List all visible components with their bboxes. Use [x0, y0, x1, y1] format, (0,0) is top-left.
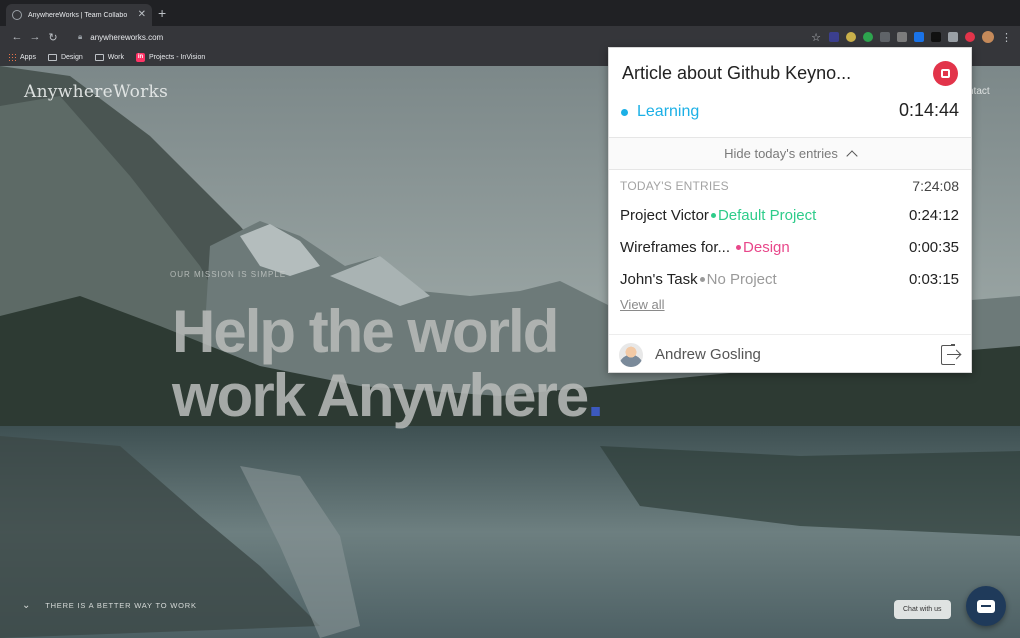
logout-icon-arrow [947, 353, 960, 355]
entries-header: TODAY'S ENTRIES 7:24:08 [620, 178, 959, 194]
entries-label: TODAY'S ENTRIES [620, 179, 729, 193]
mission-eyebrow: OUR MISSION IS SIMPLE [170, 270, 287, 279]
browser-toolbar: ← → ↻ 🔒︎ anywhereworks.com ☆ ⋮ [0, 26, 1020, 48]
reload-icon[interactable]: ↻ [44, 31, 62, 44]
project-color-dot [699, 276, 705, 282]
favicon-icon [12, 10, 22, 20]
entry-row[interactable]: Wireframes for... Design 0:00:35 [620, 236, 959, 258]
chat-icon [977, 599, 995, 613]
entry-project: Default Project [717, 206, 817, 224]
extension-icon[interactable] [948, 32, 958, 42]
entry-duration: 0:00:35 [908, 238, 959, 256]
view-all-link[interactable]: View all [620, 297, 665, 312]
hero-line-2: work Anywhere. [172, 364, 632, 428]
apps-grid-icon [8, 53, 16, 61]
entry-description: Project Victor [620, 206, 709, 224]
timer-project[interactable]: Learning [621, 103, 699, 121]
invision-icon: in [135, 52, 145, 62]
entry-project: No Project [706, 270, 777, 288]
extension-icon[interactable] [914, 32, 924, 42]
bookmark-label: Work [107, 53, 124, 61]
project-color-dot [710, 212, 716, 218]
entry-duration: 0:24:12 [908, 206, 959, 224]
entry-row[interactable]: Project Victor Default Project 0:24:12 [620, 204, 959, 226]
bookmark-apps[interactable]: Apps [8, 53, 36, 61]
hide-entries-label: Hide today's entries [724, 146, 838, 161]
stop-timer-button[interactable] [933, 61, 958, 86]
project-color-dot [621, 108, 628, 116]
extension-icon[interactable] [897, 32, 907, 42]
url-text: anywhereworks.com [90, 32, 164, 42]
user-avatar [619, 342, 643, 367]
bookmark-label: Apps [20, 53, 36, 61]
entry-row[interactable]: John's Task No Project 0:03:15 [620, 268, 959, 290]
close-tab-icon[interactable]: ✕ [138, 10, 146, 20]
profile-avatar[interactable] [982, 31, 994, 43]
browser-tab[interactable]: AnywhereWorks | Team Collabo ✕ [6, 4, 152, 26]
folder-icon [47, 53, 57, 61]
hero-line-2-text: work Anywhere [172, 362, 589, 429]
address-bar[interactable]: 🔒︎ anywhereworks.com [68, 29, 811, 45]
timer-extension-icon[interactable] [965, 32, 975, 42]
running-timer: Article about Github Keyno... Learning 0… [609, 48, 971, 137]
extensions-bar: ⋮ [829, 31, 1012, 44]
tab-title: AnywhereWorks | Team Collabo [28, 11, 128, 19]
user-name: Andrew Gosling [655, 346, 761, 363]
bookmark-label: Projects - InVision [148, 53, 206, 61]
extension-icon[interactable] [863, 32, 873, 42]
timer-elapsed: 0:14:44 [898, 100, 959, 120]
entry-project: Design [743, 238, 790, 256]
bookmark-label: Design [60, 53, 83, 61]
hero-line-1: Help the world [172, 298, 559, 365]
extension-icon[interactable] [846, 32, 856, 42]
timer-entry-title[interactable]: Article about Github Keyno... [622, 63, 851, 84]
hero-headline: Help the world work Anywhere. [172, 300, 632, 428]
popup-footer: Andrew Gosling [609, 334, 971, 374]
scroll-hint-text: THERE IS A BETTER WAY TO WORK [45, 601, 197, 610]
new-tab-button[interactable]: + [158, 6, 166, 20]
hero-accent-dot: . [587, 362, 604, 429]
hide-entries-toggle[interactable]: Hide today's entries [609, 137, 971, 170]
bookmark-star-icon[interactable]: ☆ [811, 31, 821, 44]
timer-popup: Article about Github Keyno... Learning 0… [608, 47, 972, 373]
forward-arrow-icon[interactable]: → [26, 31, 44, 43]
back-arrow-icon[interactable]: ← [8, 31, 26, 43]
scroll-hint[interactable]: ⌄ THERE IS A BETTER WAY TO WORK [22, 600, 197, 611]
chevron-up-icon [846, 150, 858, 162]
stop-icon [941, 69, 950, 78]
chevron-down-icon: ⌄ [22, 600, 32, 611]
entry-description: Wireframes for... [620, 238, 731, 256]
bookmark-work[interactable]: Work [94, 53, 124, 61]
entries-total: 7:24:08 [912, 178, 959, 194]
browser-tab-strip: AnywhereWorks | Team Collabo ✕ + [0, 0, 1020, 26]
lock-icon: 🔒︎ [78, 32, 83, 41]
entry-description: John's Task [620, 270, 698, 288]
entry-duration: 0:03:15 [908, 270, 959, 288]
extension-icon[interactable] [880, 32, 890, 42]
extension-icon[interactable] [931, 32, 941, 42]
bookmark-design[interactable]: Design [47, 53, 83, 61]
chat-tooltip[interactable]: Chat with us [894, 600, 951, 619]
bookmark-invision[interactable]: in Projects - InVision [135, 52, 206, 62]
extension-icon[interactable] [829, 32, 839, 42]
timer-project-name: Learning [637, 103, 700, 120]
menu-kebab-icon[interactable]: ⋮ [1001, 31, 1012, 44]
project-color-dot [736, 244, 742, 250]
chat-launcher-button[interactable] [966, 586, 1006, 626]
logout-icon[interactable] [941, 344, 961, 365]
site-logo[interactable]: AnywhereWorks [24, 82, 168, 102]
folder-icon [94, 53, 104, 61]
